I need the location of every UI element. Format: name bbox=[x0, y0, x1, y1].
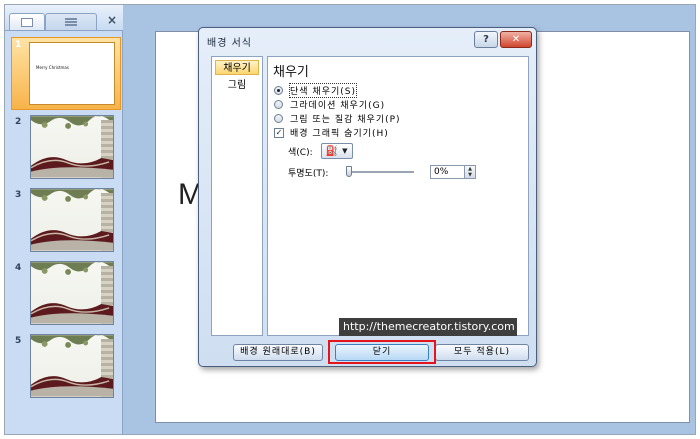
app-window: × 1 Merry Christmas 2 3 4 5 M 배경 서식 ? ✕ … bbox=[4, 4, 696, 435]
wave-decoration bbox=[31, 376, 113, 397]
slide-preview bbox=[30, 188, 114, 252]
slide-preview bbox=[30, 261, 114, 325]
format-background-dialog: 배경 서식 ? ✕ 채우기 그림 채우기 단색 채우기(S) 그라데이션 채우기… bbox=[198, 27, 537, 367]
transparency-input[interactable]: 0% ▲ ▼ bbox=[430, 165, 476, 179]
help-button[interactable]: ? bbox=[474, 31, 498, 48]
transparency-value: 0% bbox=[434, 167, 449, 177]
slide-pane: × 1 Merry Christmas 2 3 4 5 bbox=[5, 5, 123, 434]
dialog-title: 배경 서식 bbox=[207, 38, 252, 49]
panel-heading: 채우기 bbox=[273, 65, 309, 80]
slide-thumbnail-1[interactable]: 1 Merry Christmas bbox=[5, 37, 123, 111]
reset-background-button[interactable]: 배경 원래대로(B) bbox=[233, 344, 323, 361]
slide-thumbnail-3[interactable]: 3 bbox=[5, 188, 123, 256]
slide-number: 3 bbox=[15, 190, 22, 200]
close-icon: ✕ bbox=[511, 34, 521, 45]
wave-decoration bbox=[31, 230, 113, 251]
hide-background-graphics-option[interactable]: ✓ 배경 그래픽 숨기기(H) bbox=[274, 126, 389, 139]
category-fill[interactable]: 채우기 bbox=[215, 60, 259, 75]
chevron-down-icon: ▼ bbox=[342, 147, 348, 155]
transparency-row: 투명도(T): 0% ▲ ▼ bbox=[288, 165, 524, 179]
close-button-highlight bbox=[328, 340, 436, 364]
slide-number: 1 bbox=[15, 40, 22, 50]
paint-bucket-icon: ⛽ bbox=[325, 145, 339, 157]
transparency-spinner[interactable]: ▲ ▼ bbox=[464, 166, 475, 178]
help-icon: ? bbox=[483, 34, 489, 45]
slide-number: 5 bbox=[15, 336, 22, 346]
solid-fill-option[interactable]: 단색 채우기(S) bbox=[274, 83, 357, 98]
wave-decoration bbox=[31, 157, 113, 178]
category-list: 채우기 그림 bbox=[211, 56, 263, 336]
category-picture[interactable]: 그림 bbox=[215, 78, 259, 93]
gradient-fill-radio[interactable] bbox=[274, 100, 283, 109]
color-picker-button[interactable]: ⛽ ▼ bbox=[320, 143, 353, 159]
dialog-titlebar[interactable]: 배경 서식 ? ✕ bbox=[199, 28, 536, 52]
picture-fill-radio[interactable] bbox=[274, 114, 283, 123]
color-label: 색(C): bbox=[288, 147, 313, 158]
slide-preview: Merry Christmas bbox=[29, 42, 115, 105]
picture-fill-label: 그림 또는 질감 채우기(P) bbox=[290, 115, 401, 125]
apply-to-all-button[interactable]: 모두 적용(L) bbox=[435, 344, 529, 361]
transparency-slider-thumb[interactable] bbox=[346, 166, 352, 177]
slide-number: 2 bbox=[15, 117, 22, 127]
solid-fill-radio[interactable] bbox=[274, 86, 283, 95]
slides-icon bbox=[21, 17, 33, 27]
dialog-close-button[interactable]: ✕ bbox=[500, 31, 532, 48]
slide-thumbnail-5[interactable]: 5 bbox=[5, 334, 123, 402]
slide-pane-tab-strip: × bbox=[5, 5, 123, 31]
fill-panel: 채우기 단색 채우기(S) 그라데이션 채우기(G) 그림 또는 질감 채우기(… bbox=[267, 56, 529, 336]
gradient-fill-label: 그라데이션 채우기(G) bbox=[290, 101, 386, 111]
slide-number: 4 bbox=[15, 263, 22, 273]
transparency-label: 투명도(T): bbox=[288, 169, 329, 179]
transparency-slider-track[interactable] bbox=[346, 171, 414, 173]
hide-graphics-checkbox[interactable]: ✓ bbox=[274, 127, 284, 138]
picture-fill-option[interactable]: 그림 또는 질감 채우기(P) bbox=[274, 112, 401, 125]
close-pane-icon[interactable]: × bbox=[107, 14, 117, 26]
tab-slides[interactable] bbox=[9, 13, 45, 30]
slide-preview bbox=[30, 334, 114, 398]
slide-preview bbox=[30, 115, 114, 179]
slide-thumbnail-2[interactable]: 2 bbox=[5, 115, 123, 183]
solid-fill-label: 단색 채우기(S) bbox=[289, 83, 357, 98]
slide-thumbnail-4[interactable]: 4 bbox=[5, 261, 123, 329]
slide-preview-title: Merry Christmas bbox=[36, 65, 69, 70]
watermark: http://themecreator.tistory.com bbox=[339, 318, 517, 336]
color-row: 색(C): ⛽ ▼ bbox=[288, 143, 353, 159]
dialog-body: 채우기 그림 채우기 단색 채우기(S) 그라데이션 채우기(G) 그림 또는 … bbox=[205, 54, 530, 336]
wave-decoration bbox=[31, 303, 113, 324]
tab-outline[interactable] bbox=[45, 13, 97, 30]
gradient-fill-option[interactable]: 그라데이션 채우기(G) bbox=[274, 98, 385, 111]
outline-icon bbox=[65, 18, 77, 26]
hide-graphics-label: 배경 그래픽 숨기기(H) bbox=[290, 129, 389, 139]
